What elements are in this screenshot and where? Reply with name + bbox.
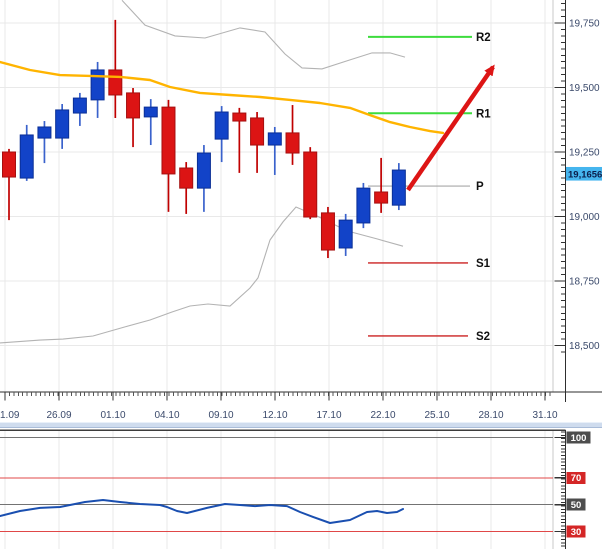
date-axis[interactable]: 1.09 26.09 01.10 04.10 09.10 12.10 17.10 22.10 2… — [0, 391, 602, 421]
chart-window: R2 R1 P S1 S2 1.09 26.09 01.10 04.10 09.10 12.10 17… — [0, 0, 602, 549]
candle-body — [232, 112, 247, 122]
candle-body — [55, 109, 70, 139]
x-axis-label: 12.10 — [262, 410, 287, 421]
candlestick — [320, 206, 335, 259]
rsi-level-tag-text: 30 — [571, 527, 582, 538]
candle-body — [196, 152, 211, 189]
candle-body — [320, 212, 335, 251]
pivot-label-s2: S2 — [476, 331, 490, 343]
candle-body — [356, 187, 371, 224]
pivot-label-s1: S1 — [476, 258, 491, 270]
candle-body — [391, 169, 406, 206]
rsi-level-tag-text: 100 — [571, 433, 587, 444]
price-axis-label: 19,750 — [569, 19, 600, 30]
last-price-tag-text: 19,1656 — [568, 169, 602, 180]
candle-body — [108, 69, 123, 96]
price-axis[interactable]: 19,750 19,500 19,250 19,000 18,750 18,500 — [554, 0, 601, 402]
x-axis-label: 09.10 — [208, 410, 233, 421]
last-price-tag: 19,1656 — [566, 166, 602, 181]
candle-body — [303, 151, 318, 218]
candle-body — [267, 132, 282, 146]
candlestick — [356, 182, 371, 229]
pane-splitter[interactable] — [0, 422, 602, 428]
x-axis-label: 28.10 — [478, 410, 503, 421]
main-plot-area[interactable] — [0, 0, 553, 392]
candle-body — [37, 126, 52, 139]
chart-canvas: R2 R1 P S1 S2 1.09 26.09 01.10 04.10 09.10 12.10 17… — [0, 0, 602, 549]
x-axis-label: 22.10 — [370, 410, 395, 421]
price-axis-label: 18,500 — [569, 341, 600, 352]
candle-body — [90, 69, 105, 101]
candle-body — [214, 111, 229, 140]
price-axis-label: 18,750 — [569, 277, 600, 288]
candlestick — [303, 147, 318, 220]
pivot-label-r1: R1 — [476, 108, 491, 120]
candle-body — [126, 92, 141, 119]
candlestick — [391, 163, 406, 211]
candle-body — [19, 134, 34, 179]
candle-body — [72, 97, 87, 114]
candle-body — [285, 132, 300, 154]
rsi-level-tag-text: 50 — [571, 500, 582, 511]
candle-body — [338, 219, 353, 249]
rsi-axis[interactable]: 100 70 50 30 — [554, 430, 591, 549]
candle-body — [179, 167, 194, 189]
candle-body — [374, 191, 389, 204]
candle-body — [2, 151, 16, 178]
candle-body — [143, 106, 158, 118]
pivot-label-r2: R2 — [476, 32, 491, 44]
price-axis-label: 19,500 — [569, 83, 600, 94]
x-axis-label: 17.10 — [316, 410, 341, 421]
price-axis-label: 19,250 — [569, 148, 600, 159]
price-axis-label: 19,000 — [569, 212, 600, 223]
candle-body — [161, 106, 176, 175]
candle-body — [250, 117, 265, 146]
rsi-level-tag-text: 70 — [571, 473, 582, 484]
x-axis-label: 1.09 — [0, 410, 20, 421]
x-axis-label: 04.10 — [154, 410, 179, 421]
x-axis-label: 01.10 — [100, 410, 125, 421]
pivot-label-p: P — [476, 181, 484, 193]
x-axis-label: 31.10 — [532, 410, 557, 421]
x-axis-label: 25.10 — [424, 410, 449, 421]
x-axis-label: 26.09 — [46, 410, 71, 421]
